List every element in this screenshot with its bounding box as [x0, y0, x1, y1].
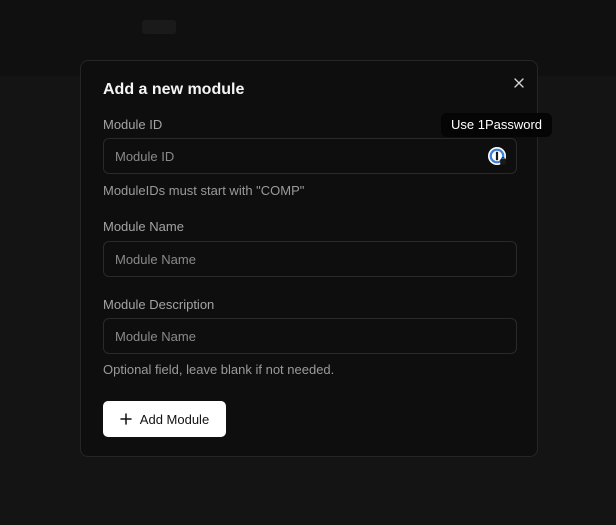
module-name-label: Module Name — [103, 219, 184, 234]
background-header-text — [142, 20, 176, 34]
add-module-button[interactable]: Add Module — [103, 401, 226, 437]
password-manager-tooltip: Use 1Password — [441, 113, 553, 137]
close-icon — [514, 78, 524, 88]
add-module-dialog: Add a new module Module ID ModuleIDs mus… — [80, 60, 553, 457]
module-id-label: Module ID — [103, 117, 163, 132]
dialog-title: Add a new module — [103, 81, 245, 98]
module-description-input[interactable] — [103, 318, 517, 354]
module-id-hint: ModuleIDs must start with "COMP" — [103, 183, 305, 198]
module-name-input[interactable] — [103, 241, 517, 277]
1password-icon — [488, 147, 506, 165]
password-manager-button[interactable] — [487, 146, 507, 166]
close-button[interactable] — [511, 75, 527, 91]
plus-icon — [120, 413, 132, 425]
module-description-label: Module Description — [103, 297, 215, 312]
module-description-hint: Optional field, leave blank if not neede… — [103, 362, 335, 377]
add-module-label: Add Module — [139, 411, 210, 427]
module-id-input[interactable] — [103, 138, 517, 174]
